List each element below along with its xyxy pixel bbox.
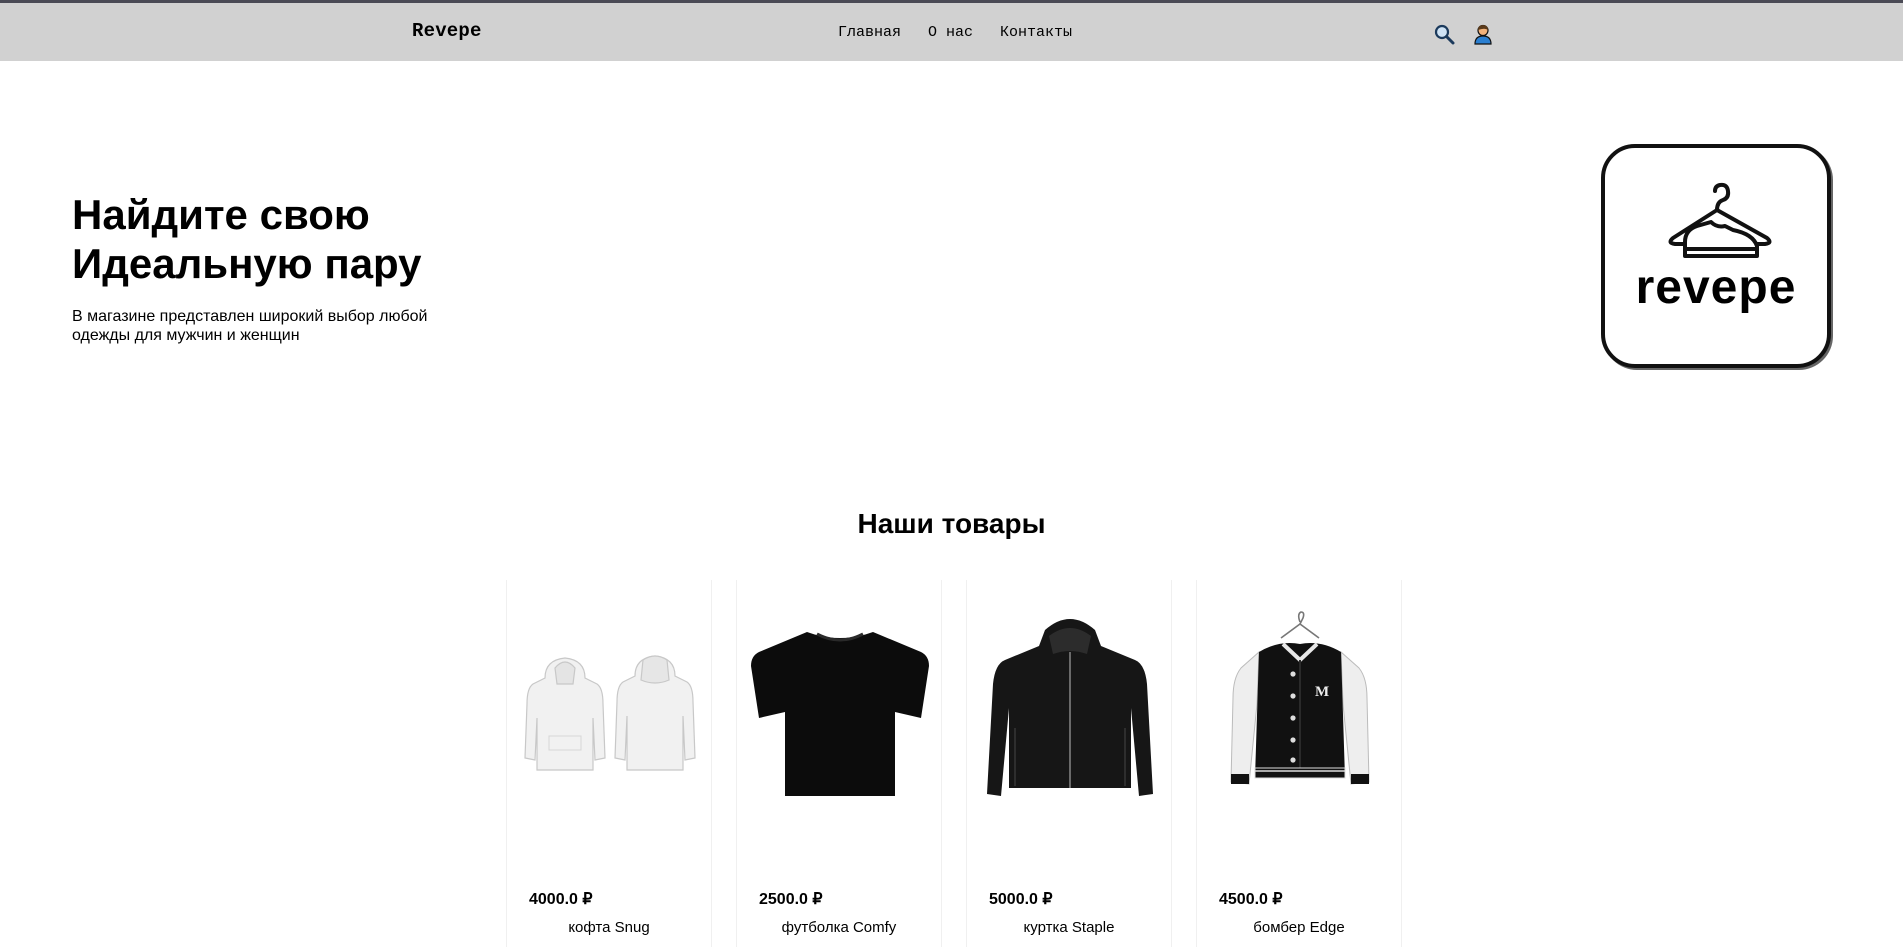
- product-name: кофта Snug: [568, 919, 650, 936]
- nav-contacts[interactable]: Контакты: [1000, 24, 1072, 41]
- user-icon[interactable]: [1472, 23, 1494, 45]
- product-price: 5000.0 ₽: [989, 891, 1053, 908]
- product-price: 4500.0 ₽: [1219, 891, 1283, 908]
- hero-subtitle: В магазине представлен широкий выбор люб…: [72, 308, 428, 344]
- product-card[interactable]: 5000.0 ₽ куртка Staple: [966, 580, 1172, 947]
- revepe-logo: revepe: [1601, 144, 1831, 368]
- black-tshirt-image: [751, 632, 929, 796]
- search-icon[interactable]: [1433, 23, 1455, 45]
- product-name: куртка Staple: [1023, 919, 1115, 936]
- product-name: бомбер Edge: [1253, 919, 1345, 936]
- logo-text: revepe: [1635, 261, 1797, 314]
- product-price: 4000.0 ₽: [529, 891, 593, 908]
- product-card[interactable]: 2500.0 ₽ футболка Comfy: [736, 580, 942, 947]
- svg-text:M: M: [1315, 684, 1329, 700]
- site-header: Revepe Главная О нас Контакты: [0, 3, 1903, 61]
- hanger-sneaker-icon: [1668, 182, 1772, 258]
- product-card[interactable]: 4000.0 ₽ кофта Snug: [506, 580, 712, 947]
- product-name: футболка Comfy: [781, 919, 897, 936]
- white-hoodies-image: [524, 655, 696, 771]
- varsity-bomber-image: M: [1230, 611, 1370, 785]
- hero-title: Найдите свою Идеальную пару: [72, 190, 572, 288]
- product-price: 2500.0 ₽: [759, 891, 823, 908]
- nav-about[interactable]: О нас: [928, 24, 973, 41]
- hero-title-line-2: Идеальную пару: [72, 240, 422, 287]
- product-card[interactable]: M 4500.0 ₽ бомбер Edge: [1196, 580, 1402, 947]
- products-section-title: Наши товары: [857, 508, 1046, 539]
- black-jacket-image: [987, 619, 1153, 796]
- product-grid: 4000.0 ₽ кофта Snug 2500.0 ₽ футболка Co…: [506, 580, 1402, 947]
- brand-logo-text[interactable]: Revepe: [412, 20, 482, 42]
- main-nav: Главная О нас Контакты: [838, 24, 1072, 41]
- hero-title-line-1: Найдите свою: [72, 191, 370, 238]
- nav-home[interactable]: Главная: [838, 24, 901, 41]
